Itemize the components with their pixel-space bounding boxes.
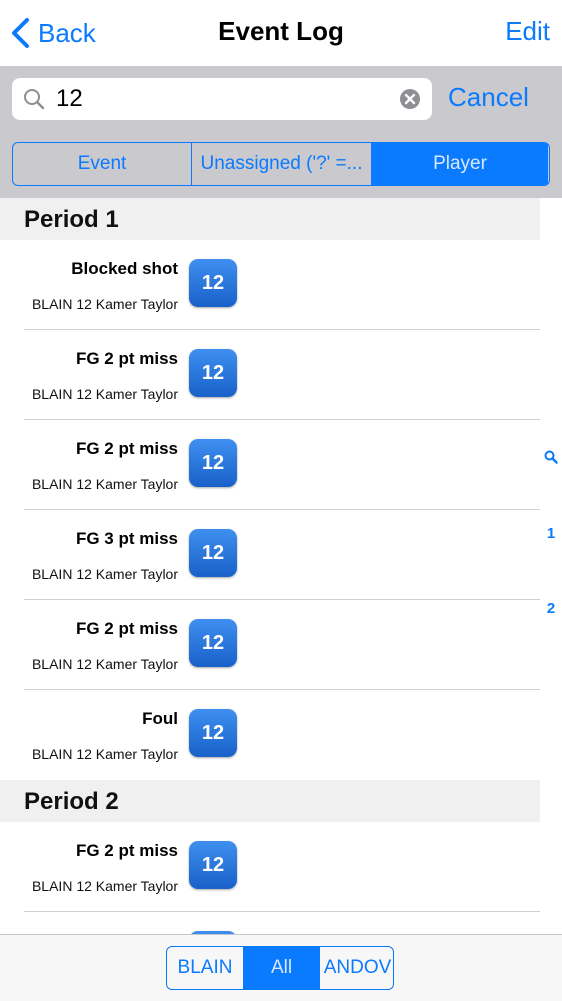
tab-unassigned[interactable]: Unassigned ('?' =... (191, 143, 371, 185)
list-item[interactable]: FG 2 pt miss BLAIN 12 Kamer Taylor 12 (0, 600, 540, 690)
event-name: FG 2 pt miss (75, 619, 178, 638)
search-icon (22, 87, 46, 116)
player-number-badge[interactable]: 12 (189, 619, 237, 667)
section-header-period-2: Period 2 (0, 780, 540, 822)
clear-search-icon[interactable] (400, 89, 420, 114)
event-name: FG 2 pt miss (75, 841, 178, 860)
list-item[interactable]: FG 2 pt miss BLAIN 12 Kamer Taylor 12 (0, 420, 540, 510)
event-name: FG 3 pt miss (75, 529, 178, 548)
section-header-period-1: Period 1 (0, 198, 540, 240)
tab-team-blain[interactable]: BLAIN (167, 947, 243, 989)
event-name: FG 2 pt miss (75, 349, 178, 368)
list-item[interactable]: FG 3 pt miss BLAIN 12 Kamer Taylor 12 (0, 510, 540, 600)
list-item[interactable]: FG 2 pt miss BLAIN 12 Kamer Taylor 12 (0, 822, 540, 912)
list-item[interactable]: Foul BLAIN 12 Kamer Taylor 12 (0, 690, 540, 780)
edit-button[interactable]: Edit (505, 16, 550, 47)
player-number-badge[interactable]: 12 (189, 349, 237, 397)
player-number-badge[interactable]: 12 (189, 259, 237, 307)
list-item[interactable]: FG 2 pt miss BLAIN 12 Kamer Taylor 12 (0, 330, 540, 420)
cancel-button[interactable]: Cancel (448, 82, 529, 113)
tab-team-andov[interactable]: ANDOV (319, 947, 393, 989)
player-number-badge[interactable]: 12 (189, 841, 237, 889)
index-search-icon[interactable] (540, 450, 562, 468)
tab-team-all[interactable]: All (243, 947, 319, 989)
event-list[interactable]: Period 1 Blocked shot BLAIN 12 Kamer Tay… (0, 198, 540, 934)
event-name: FG 2 pt miss (75, 439, 178, 458)
tab-event[interactable]: Event (13, 143, 191, 185)
search-field[interactable]: 12 (12, 78, 432, 120)
player-number-badge[interactable]: 12 (189, 709, 237, 757)
bottom-toolbar: BLAIN All ANDOV (0, 934, 562, 1001)
player-name: BLAIN 12 Kamer Taylor (31, 746, 178, 762)
team-segmented-control: BLAIN All ANDOV (166, 946, 394, 990)
search-area: 12 Cancel Event Unassigned ('?' =... Pla… (0, 66, 562, 198)
player-name: BLAIN 12 Kamer Taylor (31, 476, 178, 492)
filter-segmented-control: Event Unassigned ('?' =... Player (12, 142, 550, 186)
player-name: BLAIN 12 Kamer Taylor (31, 296, 178, 312)
event-name: Foul (142, 709, 178, 728)
tab-player[interactable]: Player (371, 143, 548, 185)
section-index[interactable]: 1 2 (540, 440, 562, 640)
player-name: BLAIN 12 Kamer Taylor (31, 566, 178, 582)
player-number-badge[interactable]: 12 (189, 439, 237, 487)
list-item[interactable]: Blocked shot BLAIN 12 Kamer Taylor 12 (0, 240, 540, 330)
page-title: Event Log (218, 16, 344, 46)
index-item-2[interactable]: 2 (540, 600, 562, 617)
player-number-badge[interactable]: 12 (189, 529, 237, 577)
index-item-1[interactable]: 1 (540, 525, 562, 542)
search-input[interactable]: 12 (56, 84, 83, 114)
navigation-bar: Back Event Log Edit (0, 0, 562, 66)
event-name: Blocked shot (71, 259, 178, 278)
player-name: BLAIN 12 Kamer Taylor (31, 656, 178, 672)
player-name: BLAIN 12 Kamer Taylor (31, 878, 178, 894)
player-name: BLAIN 12 Kamer Taylor (31, 386, 178, 402)
list-item-partial[interactable] (0, 912, 540, 934)
